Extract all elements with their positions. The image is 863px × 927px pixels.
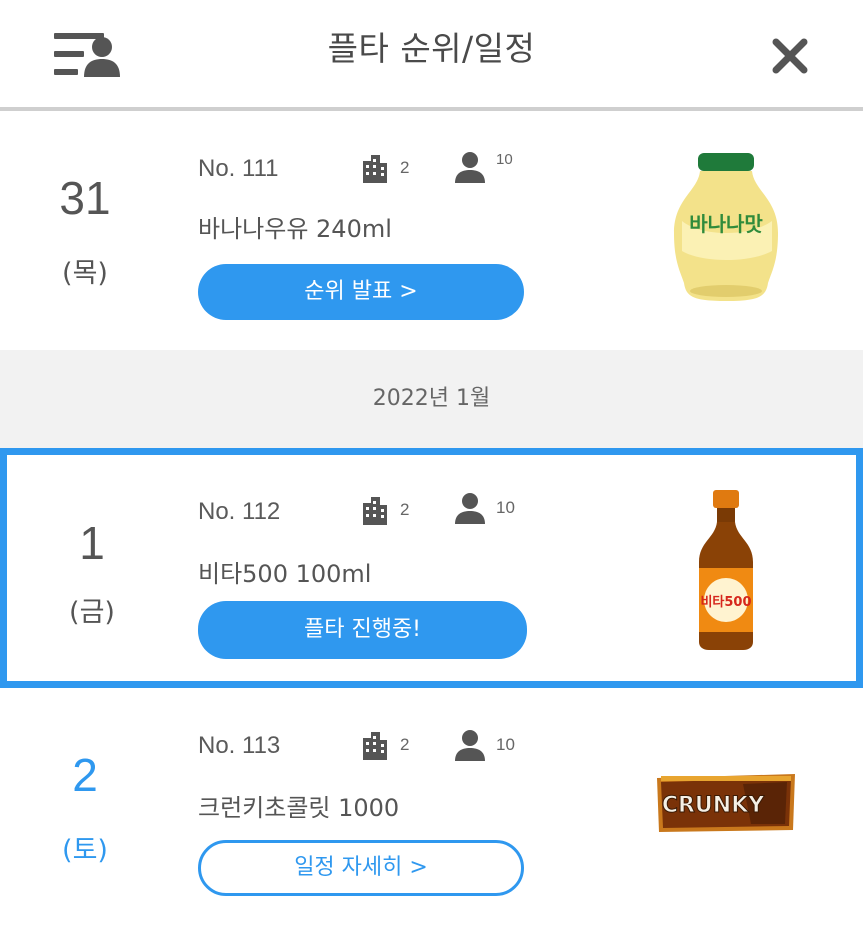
building-count: 2 bbox=[400, 158, 410, 177]
app-header: 플타 순위/일정 bbox=[0, 0, 863, 108]
event-number: No. 111 bbox=[198, 155, 279, 182]
event-day: 31 bbox=[59, 172, 111, 224]
product-name: 크런키초콜릿 1000 bbox=[198, 794, 400, 822]
event-weekday: (목) bbox=[62, 258, 108, 289]
event-day: 1 bbox=[79, 517, 105, 569]
person-icon bbox=[455, 493, 485, 524]
event-card[interactable]: 31 (목) No. 111 2 10 바나나우유 240ml 순위 발표 > … bbox=[0, 111, 863, 350]
in-progress-button[interactable]: 플타 진행중! bbox=[198, 601, 527, 659]
building-stat: 2 bbox=[360, 153, 409, 183]
people-stat: 10 bbox=[454, 729, 515, 761]
vita500-image: 비타500 bbox=[699, 490, 753, 650]
people-count: 10 bbox=[496, 735, 515, 754]
event-card-active[interactable]: 1 (금) No. 112 2 10 비타500 100ml 플타 진행중! 비… bbox=[0, 448, 863, 688]
event-number: No. 112 bbox=[198, 498, 281, 525]
building-icon bbox=[363, 155, 387, 183]
building-count: 2 bbox=[400, 500, 410, 519]
schedule-detail-button[interactable]: 일정 자세히 > bbox=[198, 840, 524, 896]
product-name: 바나나우유 240ml bbox=[198, 215, 392, 243]
building-count: 2 bbox=[400, 735, 410, 754]
event-number: No. 113 bbox=[198, 732, 281, 759]
event-weekday: (금) bbox=[69, 597, 115, 628]
vita500-label: 비타500 bbox=[700, 594, 751, 610]
crunky-label: CRUNKY bbox=[662, 793, 765, 818]
people-stat: 10 bbox=[454, 151, 513, 183]
people-count: 10 bbox=[496, 150, 513, 168]
close-icon[interactable] bbox=[770, 36, 810, 76]
event-card[interactable]: 2 (토) No. 113 2 10 크런키초콜릿 1000 일정 자세히 > … bbox=[0, 688, 863, 927]
product-name: 비타500 100ml bbox=[198, 560, 372, 588]
person-icon bbox=[455, 152, 485, 183]
event-weekday: (토) bbox=[62, 835, 108, 866]
crunky-chocolate-image: CRUNKY bbox=[657, 774, 795, 832]
person-icon bbox=[455, 730, 485, 761]
event-day: 2 bbox=[72, 749, 98, 801]
banana-milk-label: 바나나맛 bbox=[689, 212, 763, 236]
building-stat: 2 bbox=[360, 730, 409, 760]
building-icon bbox=[363, 497, 387, 525]
ranking-announce-button[interactable]: 순위 발표 > bbox=[198, 264, 524, 320]
banana-milk-image: 바나나맛 bbox=[674, 153, 778, 301]
building-icon bbox=[363, 732, 387, 760]
building-stat: 2 bbox=[360, 495, 409, 525]
page-title: 플타 순위/일정 bbox=[327, 29, 536, 68]
month-divider: 2022년 1월 bbox=[0, 350, 863, 448]
people-count: 10 bbox=[496, 498, 515, 517]
people-stat: 10 bbox=[454, 492, 515, 524]
